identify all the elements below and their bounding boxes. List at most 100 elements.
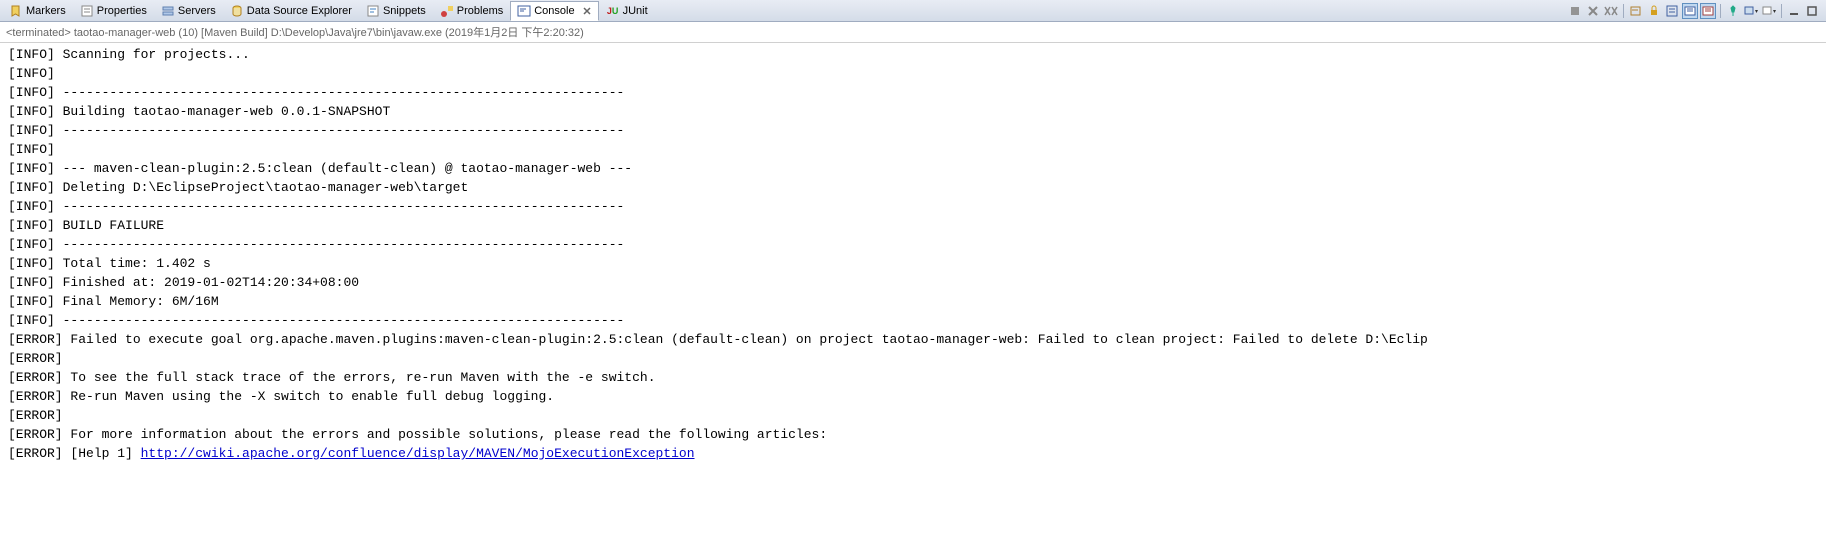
servers-icon: [161, 4, 175, 18]
tab-problems[interactable]: Problems: [433, 1, 510, 21]
console-icon: [517, 4, 531, 18]
remove-all-launches-icon[interactable]: [1603, 3, 1619, 19]
tab-snippets[interactable]: Snippets: [359, 1, 433, 21]
toolbar-separator: [1623, 4, 1624, 18]
log-level: [ERROR]: [8, 351, 63, 366]
log-text: ----------------------------------------…: [55, 85, 625, 100]
console-line: [INFO] Deleting D:\EclipseProject\taotao…: [8, 178, 1818, 197]
log-level: [INFO]: [8, 47, 55, 62]
tab-data-source-explorer[interactable]: Data Source Explorer: [223, 1, 359, 21]
log-level: [ERROR]: [8, 370, 63, 385]
log-text: [Help 1]: [63, 446, 141, 461]
scroll-lock-icon[interactable]: [1646, 3, 1662, 19]
console-line: [INFO] Finished at: 2019-01-02T14:20:34+…: [8, 273, 1818, 292]
log-level: [INFO]: [8, 218, 55, 233]
snippets-icon: [366, 4, 380, 18]
datasource-icon: [230, 4, 244, 18]
log-level: [INFO]: [8, 275, 55, 290]
log-level: [INFO]: [8, 199, 55, 214]
log-level: [INFO]: [8, 161, 55, 176]
console-line: [INFO] ---------------------------------…: [8, 121, 1818, 140]
log-level: [INFO]: [8, 237, 55, 252]
log-text: Re-run Maven using the -X switch to enab…: [63, 389, 554, 404]
console-line: [INFO]: [8, 140, 1818, 159]
tab-label: Console: [534, 5, 574, 17]
open-console-icon[interactable]: [1761, 3, 1777, 19]
log-text: Building taotao-manager-web 0.0.1-SNAPSH…: [55, 104, 390, 119]
log-text: ----------------------------------------…: [55, 313, 625, 328]
tab-label: Servers: [178, 5, 216, 17]
log-level: [INFO]: [8, 142, 55, 157]
toolbar-separator: [1781, 4, 1782, 18]
console-line: [INFO]: [8, 64, 1818, 83]
log-text: Scanning for projects...: [55, 47, 250, 62]
console-line: [ERROR] Failed to execute goal org.apach…: [8, 330, 1818, 349]
tab-label: JUnit: [623, 5, 648, 17]
junit-icon: JU: [606, 4, 620, 18]
log-text: Total time: 1.402 s: [55, 256, 211, 271]
console-line: [ERROR] For more information about the e…: [8, 425, 1818, 444]
view-tab-bar: Markers Properties Servers Data Source Expl…: [0, 0, 1826, 22]
console-line: [INFO] BUILD FAILURE: [8, 216, 1818, 235]
console-line: [INFO] ---------------------------------…: [8, 197, 1818, 216]
console-line: [ERROR] To see the full stack trace of t…: [8, 368, 1818, 387]
log-link[interactable]: http://cwiki.apache.org/confluence/displ…: [141, 446, 695, 461]
tab-label: Problems: [457, 5, 503, 17]
terminate-icon[interactable]: [1567, 3, 1583, 19]
console-line: [INFO] Building taotao-manager-web 0.0.1…: [8, 102, 1818, 121]
console-line: [INFO] ---------------------------------…: [8, 83, 1818, 102]
log-text: ----------------------------------------…: [55, 123, 625, 138]
log-level: [ERROR]: [8, 408, 63, 423]
console-status-line: <terminated> taotao-manager-web (10) [Ma…: [0, 22, 1826, 43]
log-level: [ERROR]: [8, 389, 63, 404]
tab-label: Properties: [97, 5, 147, 17]
log-level: [INFO]: [8, 123, 55, 138]
console-line: [INFO] Scanning for projects...: [8, 45, 1818, 64]
pin-console-icon[interactable]: [1725, 3, 1741, 19]
show-console-on-output-icon[interactable]: [1682, 3, 1698, 19]
log-text: BUILD FAILURE: [55, 218, 164, 233]
maximize-icon[interactable]: [1804, 3, 1820, 19]
log-level: [INFO]: [8, 85, 55, 100]
log-level: [INFO]: [8, 180, 55, 195]
tab-markers[interactable]: Markers: [2, 1, 73, 21]
log-text: For more information about the errors an…: [63, 427, 828, 442]
tab-console[interactable]: Console: [510, 1, 598, 21]
tab-label: Markers: [26, 5, 66, 17]
console-line: [INFO] ---------------------------------…: [8, 311, 1818, 330]
log-level: [ERROR]: [8, 446, 63, 461]
log-level: [ERROR]: [8, 332, 63, 347]
tab-properties[interactable]: Properties: [73, 1, 154, 21]
problems-icon: [440, 4, 454, 18]
clear-console-icon[interactable]: [1628, 3, 1644, 19]
markers-icon: [9, 4, 23, 18]
console-line: [ERROR] Re-run Maven using the -X switch…: [8, 387, 1818, 406]
log-level: [INFO]: [8, 104, 55, 119]
minimize-icon[interactable]: [1786, 3, 1802, 19]
log-text: Finished at: 2019-01-02T14:20:34+08:00: [55, 275, 359, 290]
log-level: [ERROR]: [8, 427, 63, 442]
log-level: [INFO]: [8, 294, 55, 309]
close-icon[interactable]: [582, 6, 592, 16]
console-output[interactable]: [INFO] Scanning for projects...[INFO][IN…: [0, 43, 1826, 465]
log-text: ----------------------------------------…: [55, 237, 625, 252]
console-line: [ERROR]: [8, 349, 1818, 368]
log-text: Deleting D:\EclipseProject\taotao-manage…: [55, 180, 468, 195]
tab-junit[interactable]: JUJUnit: [599, 1, 655, 21]
tab-label: Data Source Explorer: [247, 5, 352, 17]
tab-servers[interactable]: Servers: [154, 1, 223, 21]
properties-icon: [80, 4, 94, 18]
console-line: [ERROR]: [8, 406, 1818, 425]
toolbar-separator: [1720, 4, 1721, 18]
console-line: [INFO] ---------------------------------…: [8, 235, 1818, 254]
console-line: [INFO] --- maven-clean-plugin:2.5:clean …: [8, 159, 1818, 178]
word-wrap-icon[interactable]: [1664, 3, 1680, 19]
show-console-on-error-icon[interactable]: [1700, 3, 1716, 19]
console-line: [INFO] Final Memory: 6M/16M: [8, 292, 1818, 311]
console-line: [INFO] Total time: 1.402 s: [8, 254, 1818, 273]
remove-launch-icon[interactable]: [1585, 3, 1601, 19]
display-selected-console-icon[interactable]: [1743, 3, 1759, 19]
tab-label: Snippets: [383, 5, 426, 17]
log-text: Failed to execute goal org.apache.maven.…: [63, 332, 1428, 347]
log-level: [INFO]: [8, 66, 55, 81]
